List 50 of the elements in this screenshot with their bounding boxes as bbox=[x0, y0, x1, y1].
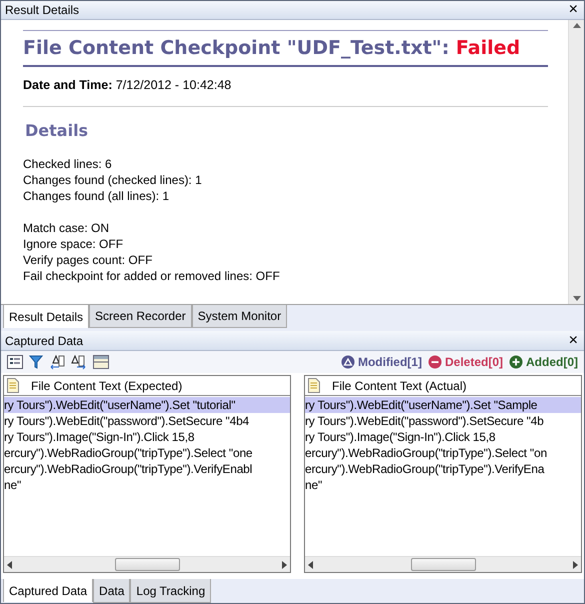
compare-left-icon bbox=[49, 354, 65, 370]
code-line[interactable]: ercury").WebRadioGroup("tripType").Select "on bbox=[305, 445, 581, 461]
detail-line: Fail checkpoint for added or removed lines: OFF bbox=[23, 268, 280, 284]
code-line[interactable]: ercury").WebRadioGroup("tripType").Select "one bbox=[4, 445, 290, 461]
added-count: Added[0] bbox=[526, 354, 578, 371]
tab[interactable]: Data bbox=[93, 579, 130, 603]
tab[interactable]: Result Details bbox=[3, 305, 90, 328]
column-header: File Content Text (Actual) bbox=[332, 378, 467, 394]
checkpoint-heading: File Content Checkpoint "UDF_Test.txt": Failed bbox=[23, 30, 548, 66]
list-view-icon bbox=[7, 355, 23, 369]
scroll-left-arrow-icon bbox=[7, 560, 12, 568]
document-icon bbox=[308, 378, 320, 393]
date-and-time: Date and Time: 7/12/2012 - 10:42:48 bbox=[23, 76, 232, 94]
detail-line: Checked lines: 6 bbox=[23, 156, 112, 172]
scrollbar-thumb[interactable] bbox=[410, 558, 476, 571]
detail-line: Match case: ON bbox=[23, 220, 110, 236]
code-line[interactable]: ry Tours").WebEdit("password").SetSecure "4b bbox=[305, 413, 581, 429]
scrollbar-thumb[interactable] bbox=[114, 558, 180, 571]
tab[interactable]: System Monitor bbox=[192, 305, 288, 328]
code-line[interactable]: ne" bbox=[305, 477, 581, 493]
filter-icon bbox=[29, 355, 43, 369]
details-heading: Details bbox=[25, 120, 90, 142]
detail-line: Ignore space: OFF bbox=[23, 236, 124, 252]
code-line[interactable]: ry Tours").WebEdit("password").SetSecure "4b4 bbox=[4, 413, 290, 429]
code-line[interactable]: ry Tours").Image("Sign-In").Click 15,8 bbox=[4, 429, 290, 445]
column-header: File Content Text (Expected) bbox=[31, 378, 182, 394]
tab[interactable]: Log Tracking bbox=[130, 579, 212, 603]
document-icon bbox=[7, 378, 19, 393]
modified-count: Modified[1] bbox=[358, 354, 422, 371]
tab[interactable]: Captured Data bbox=[3, 579, 94, 602]
scroll-right-arrow-icon bbox=[282, 560, 287, 568]
code-line[interactable]: ercury").WebRadioGroup("tripType").VerifyEnabl bbox=[4, 461, 290, 477]
deleted-count: Deleted[0] bbox=[444, 354, 503, 371]
tab[interactable]: Screen Recorder bbox=[89, 305, 192, 328]
close-button[interactable]: × bbox=[566, 332, 580, 348]
compare-right-icon bbox=[71, 354, 87, 370]
scroll-down-arrow-icon bbox=[572, 296, 580, 301]
close-button[interactable]: × bbox=[566, 2, 580, 18]
code-line[interactable]: ry Tours").Image("Sign-In").Click 15,8 bbox=[305, 429, 581, 445]
code-line[interactable]: ne" bbox=[4, 477, 290, 493]
split-view-icon bbox=[93, 355, 109, 369]
code-line[interactable]: ercury").WebRadioGroup("tripType").VerifyEna bbox=[305, 461, 581, 477]
panel-title: Captured Data bbox=[5, 332, 84, 350]
detail-line: Changes found (checked lines): 1 bbox=[23, 172, 202, 188]
detail-line: Changes found (all lines): 1 bbox=[23, 188, 170, 204]
scroll-right-arrow-icon bbox=[573, 560, 578, 568]
detail-line: Verify pages count: OFF bbox=[23, 252, 152, 268]
scroll-left-arrow-icon bbox=[308, 560, 313, 568]
panel-title: Result Details bbox=[5, 2, 80, 19]
scroll-up-arrow-icon bbox=[572, 23, 580, 28]
